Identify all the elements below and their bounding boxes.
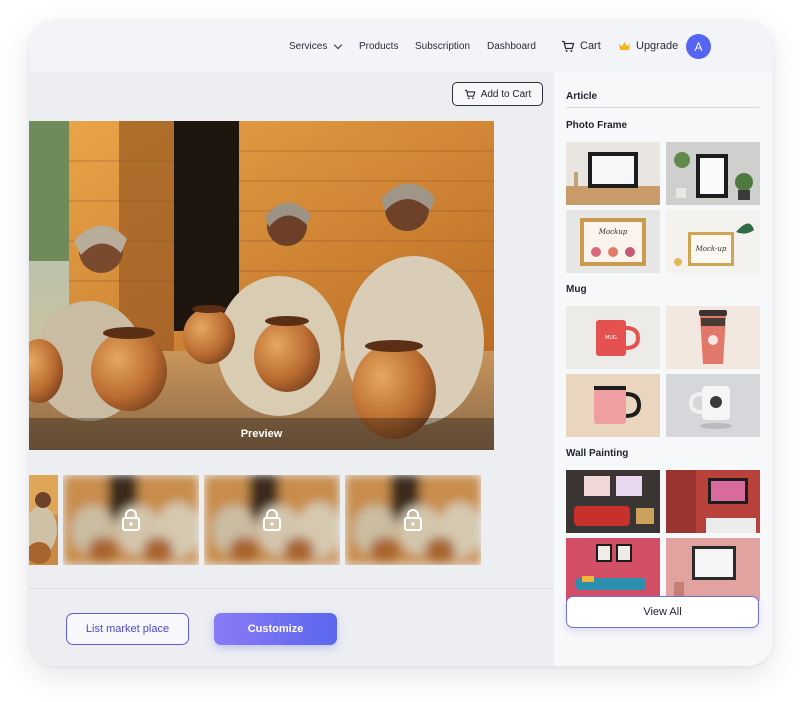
tile-floral-frame-mockup[interactable]: Mockup (566, 210, 660, 273)
customize-button[interactable]: Customize (214, 613, 337, 645)
tile-red-sofa-room[interactable] (566, 470, 660, 533)
tile-frame-on-shelf[interactable] (566, 142, 660, 205)
view-all-button[interactable]: View All (566, 596, 759, 628)
preview-caption: Preview (29, 418, 494, 450)
avatar[interactable]: A (686, 34, 711, 59)
tile-pink-room-sofa[interactable] (566, 538, 660, 601)
tile-coffee-cup[interactable] (666, 306, 760, 369)
nav-item-products[interactable]: Products (359, 20, 398, 72)
nav-item-dashboard-label: Dashboard (487, 40, 536, 52)
tile-red-mug[interactable]: MUG (566, 306, 660, 369)
category-title-mug: Mug (566, 284, 587, 295)
tile-pink-mug[interactable] (566, 374, 660, 437)
nav-item-subscription[interactable]: Subscription (415, 20, 470, 72)
main-panel: Add to Cart Preview List market place Cu… (29, 72, 554, 666)
cart-label: Cart (580, 40, 601, 52)
article-sidebar: Article Photo Frame Mockup Mock-up Mug M… (554, 72, 773, 666)
nav-item-dashboard[interactable]: Dashboard (487, 20, 536, 72)
nav-item-subscription-label: Subscription (415, 40, 471, 52)
tile-red-wall-room[interactable] (666, 470, 760, 533)
nav-item-products-label: Products (359, 40, 399, 52)
add-to-cart-label: Add to Cart (480, 88, 532, 100)
chevron-down-icon (334, 40, 343, 49)
thumbnail-1[interactable] (29, 475, 58, 565)
tile-frame-with-leaf-mockup[interactable]: Mock-up (666, 210, 760, 273)
cart-icon (562, 40, 575, 52)
avatar-initial: A (694, 39, 703, 54)
nav-item-services[interactable]: Services (289, 20, 343, 72)
crown-icon (619, 42, 630, 50)
list-market-place-button[interactable]: List market place (66, 613, 189, 645)
tile-pink-wall-frame[interactable] (666, 538, 760, 601)
app-window: Services Products Subscription Dashboard… (29, 20, 773, 666)
upgrade-label: Upgrade (636, 40, 679, 52)
add-to-cart-button[interactable]: Add to Cart (452, 82, 543, 106)
preview-image: Preview (29, 121, 494, 450)
category-title-wall-painting: Wall Painting (566, 448, 629, 459)
svg-text:MUG: MUG (605, 335, 617, 341)
divider (29, 588, 554, 589)
divider (566, 107, 759, 108)
tile-white-mug[interactable] (666, 374, 760, 437)
sidebar-title: Article (566, 91, 598, 102)
thumbnail-4-locked[interactable] (345, 475, 481, 565)
svg-text:Mock-up: Mock-up (695, 245, 727, 253)
tile-frame-with-plants[interactable] (666, 142, 760, 205)
svg-text:Mockup: Mockup (598, 228, 628, 236)
lock-icon (404, 509, 422, 531)
upgrade-link[interactable]: Upgrade (618, 20, 678, 72)
thumbnail-2-locked[interactable] (63, 475, 199, 565)
top-navbar: Services Products Subscription Dashboard… (29, 20, 773, 72)
nav-item-services-label: Services (289, 40, 328, 52)
thumbnail-3-locked[interactable] (204, 475, 340, 565)
clay-pots-painting (29, 121, 494, 450)
lock-icon (263, 509, 281, 531)
category-title-photo-frame: Photo Frame (566, 120, 628, 131)
lock-icon (122, 509, 140, 531)
cart-link[interactable]: Cart (561, 20, 601, 72)
cart-icon (464, 89, 475, 99)
